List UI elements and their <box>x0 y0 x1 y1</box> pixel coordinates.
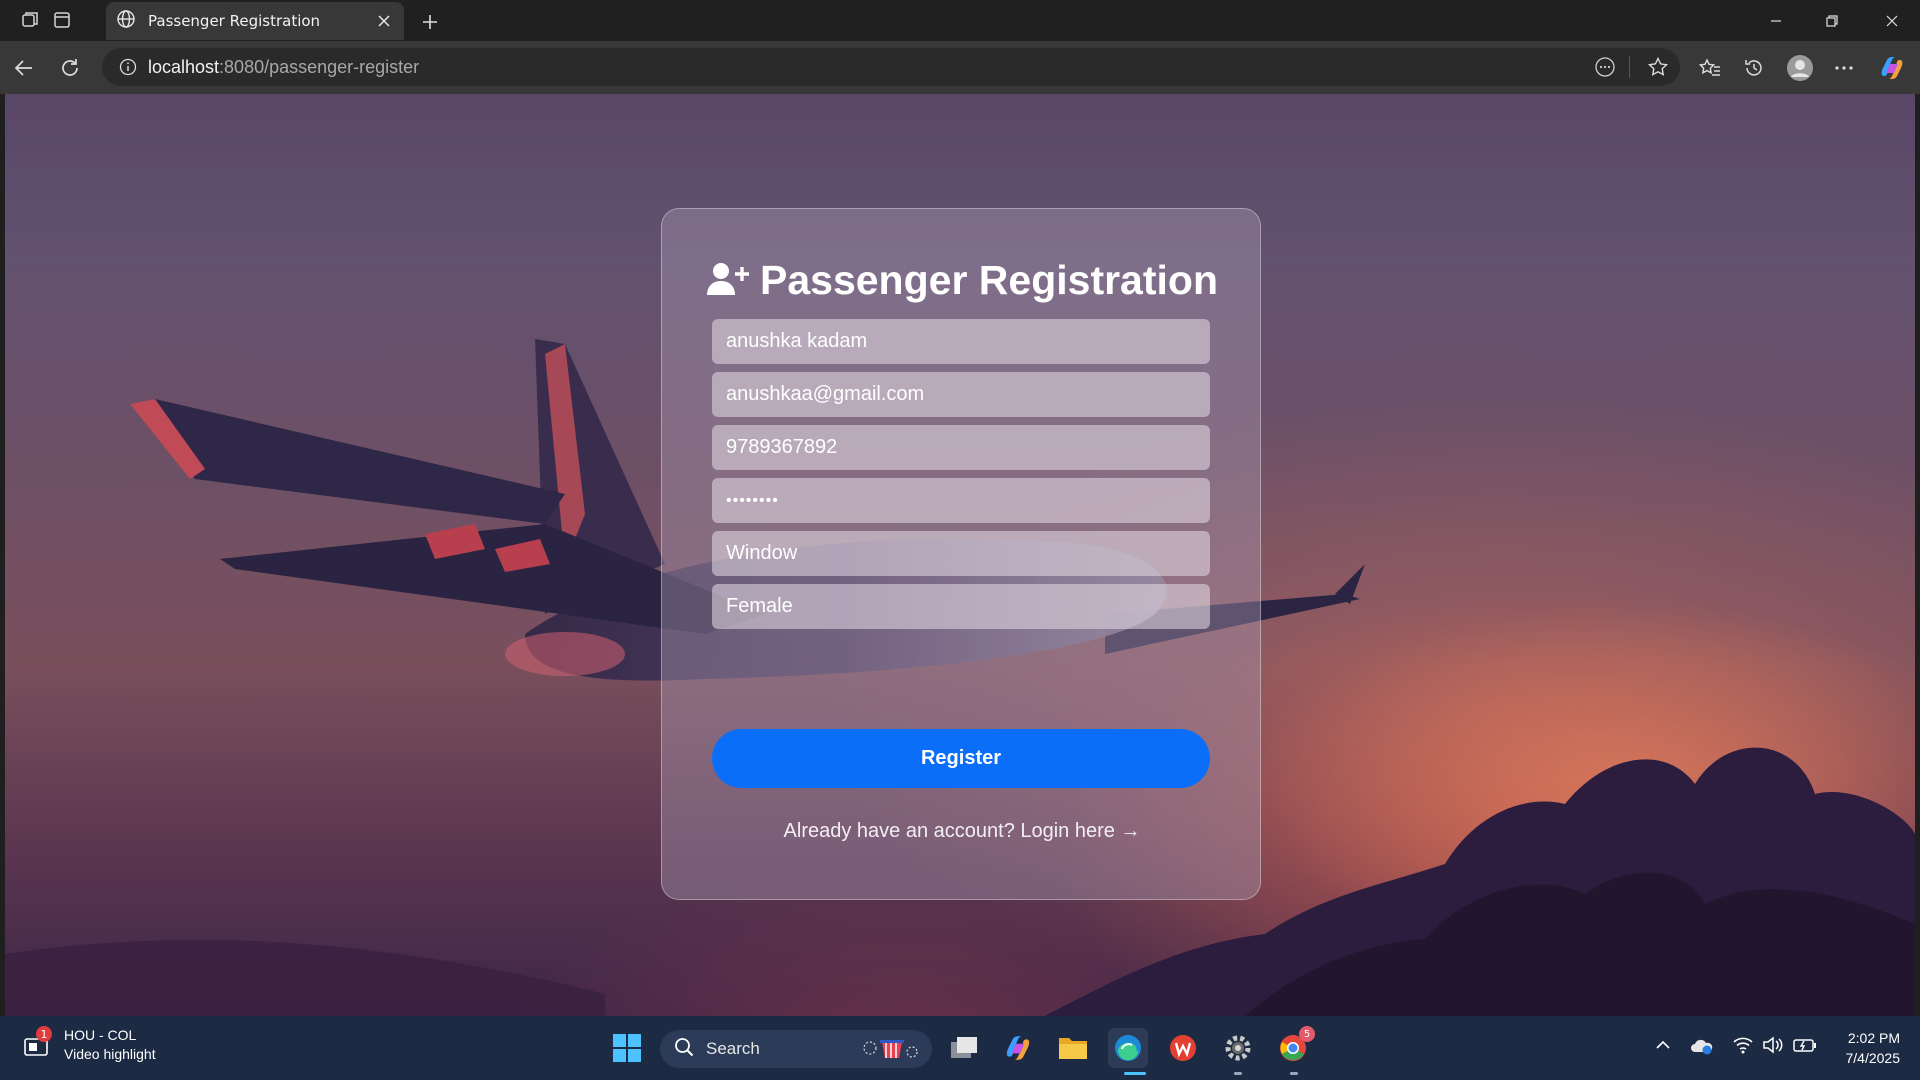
news-subtitle: Video highlight <box>64 1046 156 1062</box>
minimize-icon[interactable] <box>1748 0 1804 41</box>
news-badge: 1 <box>36 1026 52 1042</box>
register-button[interactable]: Register <box>712 729 1210 788</box>
url-text: localhost:8080/passenger-register <box>148 57 419 78</box>
system-clock[interactable]: 2:02 PM 7/4/2025 <box>1846 1028 1901 1068</box>
tab-title: Passenger Registration <box>148 12 321 30</box>
globe-icon <box>116 9 136 33</box>
holiday-hat-icon <box>860 1036 920 1066</box>
restore-icon[interactable] <box>1804 0 1860 41</box>
history-icon[interactable] <box>1736 50 1772 86</box>
news-text: HOU - COL Video highlight <box>64 1026 156 1064</box>
copilot-app-icon[interactable] <box>998 1028 1038 1068</box>
reading-view-icon[interactable] <box>1587 56 1623 78</box>
wps-office-icon[interactable] <box>1163 1028 1203 1068</box>
windows-taskbar: 1 HOU - COL Video highlight Search 5 2:0… <box>0 1016 1920 1080</box>
address-bar[interactable]: localhost:8080/passenger-register <box>102 48 1680 86</box>
seat-preference-select[interactable]: Window <box>712 531 1210 576</box>
chrome-running-indicator <box>1290 1072 1298 1075</box>
wifi-icon[interactable] <box>1732 1036 1754 1058</box>
chrome-browser-icon[interactable]: 5 <box>1273 1026 1315 1068</box>
divider <box>1629 56 1630 78</box>
page-title: Passenger Registration <box>662 257 1262 304</box>
site-info-icon[interactable] <box>108 58 148 76</box>
profile-avatar-icon[interactable] <box>1782 50 1818 86</box>
onedrive-cloud-icon[interactable] <box>1690 1036 1714 1060</box>
more-menu-icon[interactable] <box>1826 50 1862 86</box>
settings-running-indicator <box>1234 1072 1242 1075</box>
battery-icon[interactable] <box>1792 1036 1818 1058</box>
clock-time: 2:02 PM <box>1847 1030 1900 1046</box>
chrome-badge: 5 <box>1299 1026 1315 1042</box>
news-widget-icon: 1 <box>22 1026 52 1060</box>
task-view-icon[interactable] <box>944 1028 984 1068</box>
password-input[interactable]: •••••••• <box>712 478 1210 523</box>
page-viewport: Passenger Registration anushka kadam anu… <box>5 94 1915 1016</box>
workspaces-icon[interactable] <box>12 2 48 38</box>
settings-gear-icon[interactable] <box>1218 1028 1258 1068</box>
browser-toolbar: localhost:8080/passenger-register <box>0 41 1920 94</box>
close-window-icon[interactable] <box>1864 0 1920 41</box>
edge-running-indicator <box>1124 1072 1146 1075</box>
address-bar-actions <box>1587 48 1680 86</box>
new-tab-icon[interactable] <box>412 4 448 40</box>
url-host: localhost <box>148 56 220 77</box>
edge-browser-icon[interactable] <box>1108 1028 1148 1068</box>
clock-date: 7/4/2025 <box>1845 1050 1901 1066</box>
show-hidden-icons-chevron-icon[interactable] <box>1654 1036 1672 1058</box>
login-link[interactable]: Already have an account? Login here → <box>662 820 1262 843</box>
start-windows-icon[interactable] <box>607 1028 647 1068</box>
taskbar-search[interactable]: Search <box>660 1030 932 1068</box>
search-icon <box>674 1037 694 1061</box>
url-path: :8080/passenger-register <box>219 56 420 77</box>
favorites-icon[interactable] <box>1692 50 1728 86</box>
email-input[interactable]: anushkaa@gmail.com <box>712 372 1210 417</box>
gender-select[interactable]: Female <box>712 584 1210 629</box>
user-plus-icon <box>706 261 750 301</box>
registration-card: Passenger Registration anushka kadam anu… <box>661 208 1261 900</box>
browser-tab-bar: Passenger Registration <box>0 0 1920 41</box>
active-tab[interactable]: Passenger Registration <box>106 2 404 40</box>
vertical-tabs-icon[interactable] <box>44 2 80 38</box>
refresh-icon[interactable] <box>52 50 88 86</box>
news-widget[interactable]: 1 HOU - COL Video highlight <box>22 1026 156 1064</box>
back-arrow-icon[interactable] <box>6 50 42 86</box>
favorite-star-icon[interactable] <box>1636 56 1680 78</box>
file-explorer-icon[interactable] <box>1053 1028 1093 1068</box>
name-input[interactable]: anushka kadam <box>712 319 1210 364</box>
phone-input[interactable]: 9789367892 <box>712 425 1210 470</box>
close-tab-icon[interactable] <box>370 7 398 35</box>
copilot-icon[interactable] <box>1874 50 1910 86</box>
news-title: HOU - COL <box>64 1027 137 1043</box>
page-title-text: Passenger Registration <box>760 257 1218 303</box>
search-label: Search <box>706 1039 760 1058</box>
volume-icon[interactable] <box>1762 1036 1784 1058</box>
